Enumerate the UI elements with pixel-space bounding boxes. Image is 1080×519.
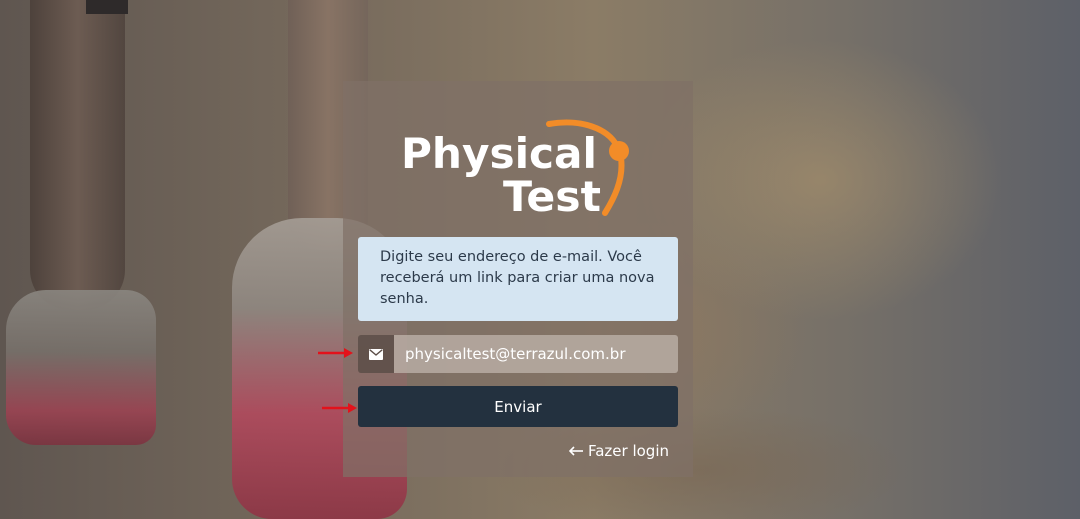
envelope-icon <box>358 335 394 373</box>
background-runner-left-shoe <box>6 290 156 445</box>
send-button[interactable]: Enviar <box>358 386 678 427</box>
login-link-label: Fazer login <box>587 442 669 460</box>
background-runner-left-leg <box>30 0 125 310</box>
background-runner-shorts <box>86 0 128 14</box>
logo-text-test: Test <box>503 172 601 218</box>
arrow-left-icon <box>568 446 583 456</box>
red-arrow-marker-button <box>322 403 357 413</box>
physical-test-logo: Physical Test <box>401 119 629 218</box>
red-arrow-marker-email <box>318 348 353 358</box>
info-message: Digite seu endereço de e-mail. Você rece… <box>380 249 655 307</box>
info-alert: Digite seu endereço de e-mail. Você rece… <box>358 237 678 321</box>
login-link[interactable]: Fazer login <box>568 442 669 460</box>
logo-text-physical: Physical <box>401 129 597 178</box>
email-field[interactable] <box>394 335 678 373</box>
logo-ball <box>609 141 629 161</box>
email-input-group <box>358 335 678 373</box>
